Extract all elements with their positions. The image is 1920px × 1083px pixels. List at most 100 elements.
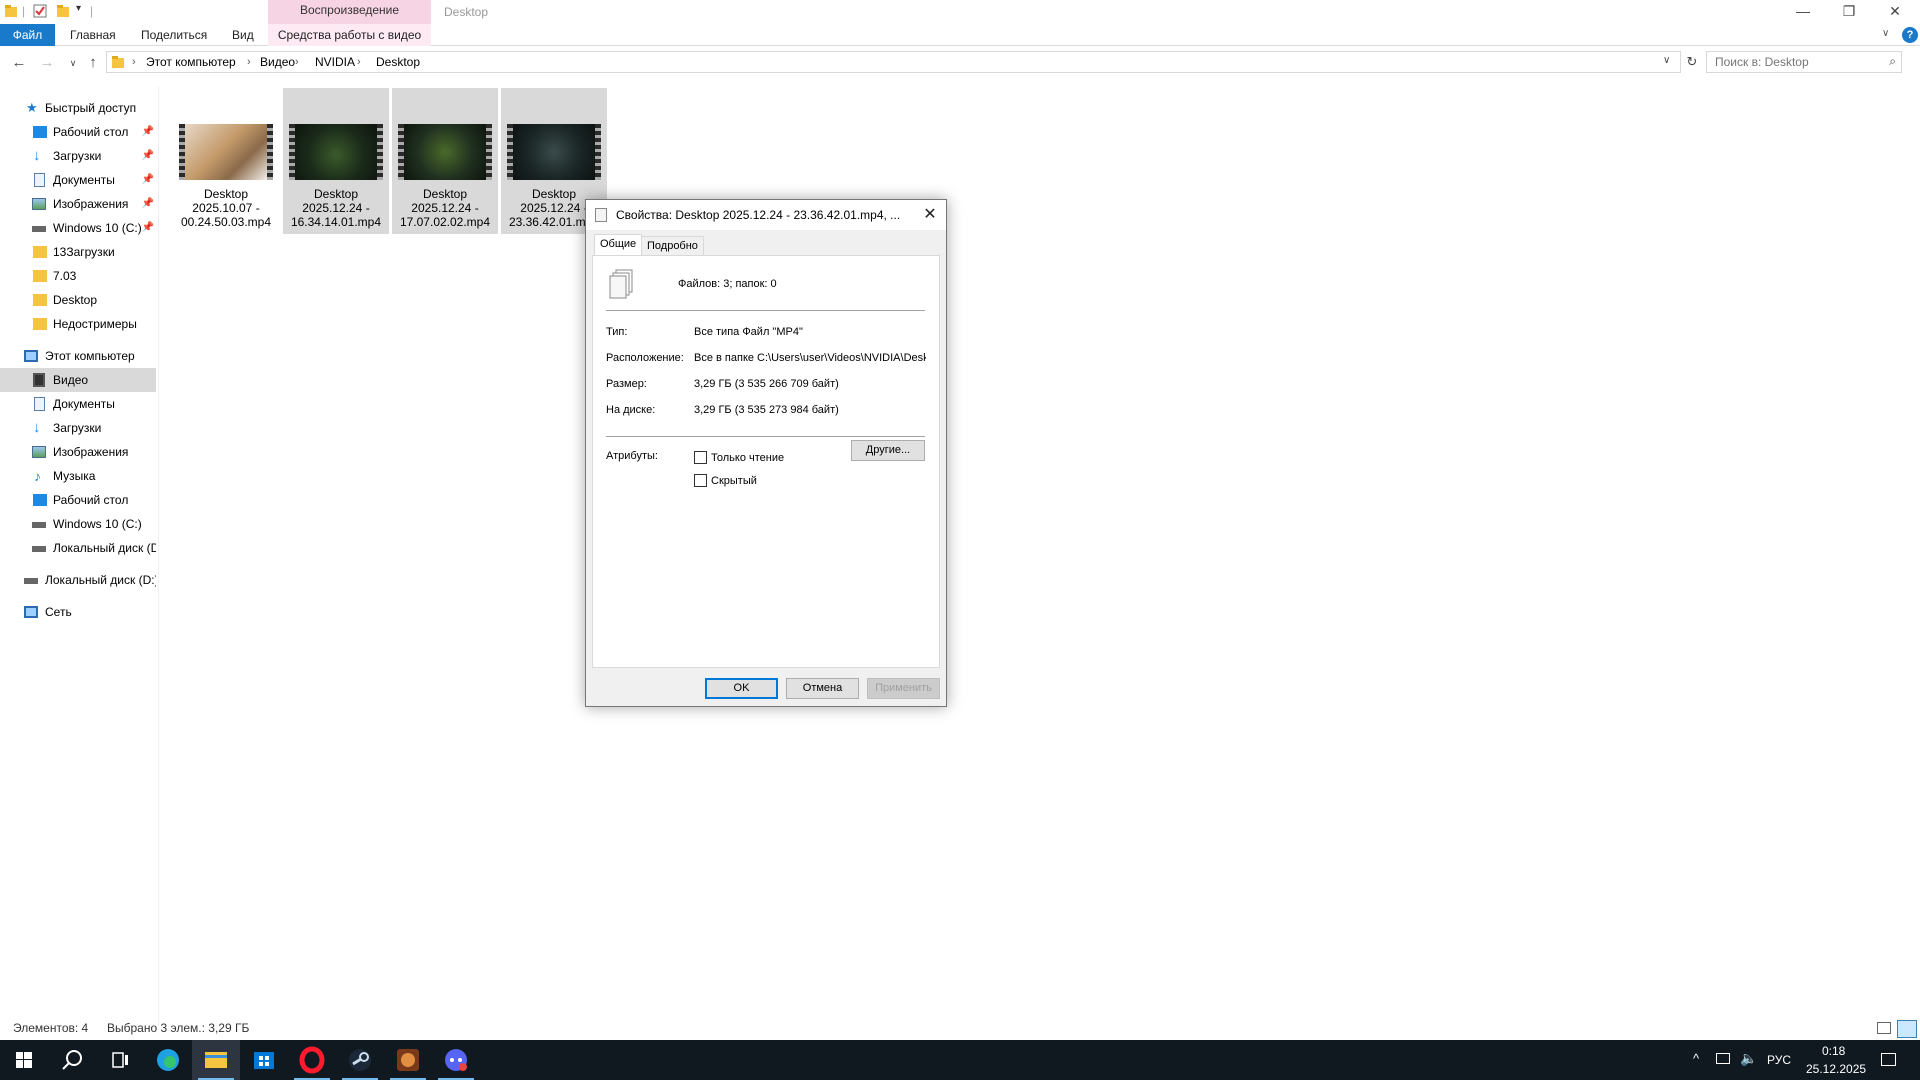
details-view-icon[interactable] [1877,1022,1891,1034]
sidebar-item-drive-c[interactable]: Windows 10 (C:) 📌 [0,216,156,240]
restore-button[interactable]: ❐ [1826,0,1872,24]
other-attributes-button[interactable]: Другие... [851,440,925,461]
address-bar[interactable]: › Этот компьютер › Видео › NVIDIA › Desk… [106,51,1681,73]
sidebar-item-folder-7-03[interactable]: 7.03 [0,264,156,288]
help-icon[interactable]: ? [1902,27,1918,43]
discord-app-icon[interactable] [432,1040,480,1080]
back-button[interactable]: ← [8,48,30,78]
sidebar-item-label: Быстрый доступ [45,101,137,115]
sidebar-item-pc-drive-c[interactable]: Windows 10 (C:) [0,512,156,536]
sidebar-item-quick-access[interactable]: ★ Быстрый доступ [0,96,156,120]
search-icon[interactable]: ⌕ [1889,54,1896,69]
hidden-checkbox-label[interactable]: Скрытый [711,475,757,487]
sidebar-item-music[interactable]: ♪ Музыка [0,464,156,488]
recent-locations-button[interactable]: ∨ [62,48,84,78]
notification-center-icon[interactable] [1881,1053,1896,1066]
large-icons-view-icon[interactable] [1897,1020,1917,1038]
sidebar-item-pc-desktop[interactable]: Рабочий стол [0,488,156,512]
sidebar-item-folder-nedostrimery[interactable]: Недостримеры [0,312,156,336]
sidebar-item-video[interactable]: Видео [0,368,156,392]
file-item[interactable]: Desktop 2025.12.24 - 16.34.14.01.mp4 [283,88,389,234]
sidebar-item-pc-pictures[interactable]: Изображения [0,440,156,464]
new-folder-icon[interactable] [56,4,70,18]
up-button[interactable]: ↑ [82,48,104,78]
language-indicator[interactable]: РУС [1767,1053,1791,1067]
readonly-checkbox-label[interactable]: Только чтение [711,452,784,464]
file-item[interactable]: Desktop 2025.12.24 - 17.07.02.02.mp4 [392,88,498,234]
tab-home[interactable]: Главная [60,24,126,46]
prop-location-label: Расположение: [606,352,684,364]
chevron-up-icon[interactable]: ^ [1693,1051,1699,1066]
tab-general[interactable]: Общие [594,234,643,256]
opera-app-icon[interactable] [288,1040,336,1080]
properties-icon[interactable] [33,4,47,18]
search-taskbar-button[interactable] [48,1040,96,1080]
start-button[interactable] [0,1040,48,1080]
volume-icon[interactable]: 🔈 [1740,1050,1757,1067]
tab-details[interactable]: Подробно [641,236,704,256]
game-app-icon[interactable] [384,1040,432,1080]
sidebar-item-desktop[interactable]: Рабочий стол 📌 [0,120,156,144]
files-summary: Файлов: 3; папок: 0 [678,278,777,290]
tab-file[interactable]: Файл [0,24,55,46]
task-view-button[interactable] [96,1040,144,1080]
tab-view[interactable]: Вид [222,24,264,46]
qat-customize-icon[interactable]: ▾ [76,3,81,14]
sidebar-item-label: Локальный диск (D:) [45,573,156,587]
chevron-right-icon: › [357,56,361,68]
sidebar-item-pc-downloads[interactable]: ↓ Загрузки [0,416,156,440]
breadcrumb-desktop[interactable]: Desktop [376,52,420,72]
desktop-icon [33,494,47,506]
cancel-button[interactable]: Отмена [786,678,859,699]
download-icon: ↓ [33,419,41,436]
clock-time[interactable]: 0:18 [1822,1044,1845,1058]
ribbon-expand-icon[interactable]: ∨ [1882,28,1889,39]
readonly-checkbox[interactable] [694,451,707,464]
sidebar-item-pc-documents[interactable]: Документы [0,392,156,416]
hidden-checkbox[interactable] [694,474,707,487]
sidebar-item-this-pc[interactable]: Этот компьютер [0,344,156,368]
address-dropdown-icon[interactable]: ∨ [1663,55,1670,66]
breadcrumb-video[interactable]: Видео [260,52,295,72]
steam-app-icon[interactable] [336,1040,384,1080]
ok-button[interactable]: OK [705,678,778,699]
sidebar-item-pc-drive-d[interactable]: Локальный диск (D:) [0,536,156,560]
dialog-title-bar: Свойства: Desktop 2025.12.24 - 23.36.42.… [586,200,946,230]
video-thumbnail [398,124,492,180]
breadcrumb-this-pc[interactable]: Этот компьютер [146,52,236,72]
sidebar-item-folder-13downloads[interactable]: 13Загрузки [0,240,156,264]
forward-button[interactable]: → [36,48,58,78]
sidebar-item-pictures[interactable]: Изображения 📌 [0,192,156,216]
divider [606,310,925,311]
file-explorer-app-icon[interactable] [192,1040,240,1080]
search-box[interactable]: ⌕ [1706,51,1902,73]
apply-button[interactable]: Применить [867,678,940,699]
video-icon [33,373,45,387]
dialog-close-button[interactable]: ✕ [918,203,942,227]
clock-date[interactable]: 25.12.2025 [1806,1062,1866,1076]
drive-icon [32,522,46,528]
sidebar-item-documents[interactable]: Документы 📌 [0,168,156,192]
video-thumbnail [179,124,273,180]
breadcrumb-nvidia[interactable]: NVIDIA [315,52,355,72]
close-window-button[interactable]: ✕ [1872,0,1918,24]
prop-disk-size-value: 3,29 ГБ (3 535 273 984 байт) [694,404,839,416]
refresh-icon[interactable]: ↻ [1681,54,1703,70]
search-input[interactable] [1707,52,1877,72]
tab-video-tools[interactable]: Средства работы с видео [268,24,431,46]
network-tray-icon[interactable] [1716,1053,1730,1064]
minimize-button[interactable]: — [1780,0,1826,24]
address-row: ← → ∨ ↑ › Этот компьютер › Видео › NVIDI… [0,48,1920,78]
sidebar-item-network[interactable]: Сеть [0,600,156,624]
sidebar-item-local-disk-d[interactable]: Локальный диск (D:) [0,568,156,592]
sidebar-item-label: Рабочий стол [53,493,129,507]
sidebar-item-folder-desktop[interactable]: Desktop [0,288,156,312]
edge-app-icon[interactable] [144,1040,192,1080]
store-app-icon[interactable] [240,1040,288,1080]
file-item[interactable]: Desktop 2025.10.07 - 00.24.50.03.mp4 [173,88,279,234]
film-strip-edge [486,124,492,180]
taskbar: ^ 🔈 РУС 0:18 25.12.2025 [0,1040,1920,1080]
tab-share[interactable]: Поделиться [131,24,217,46]
file-name-line: Desktop [313,187,359,201]
sidebar-item-downloads[interactable]: ↓ Загрузки 📌 [0,144,156,168]
